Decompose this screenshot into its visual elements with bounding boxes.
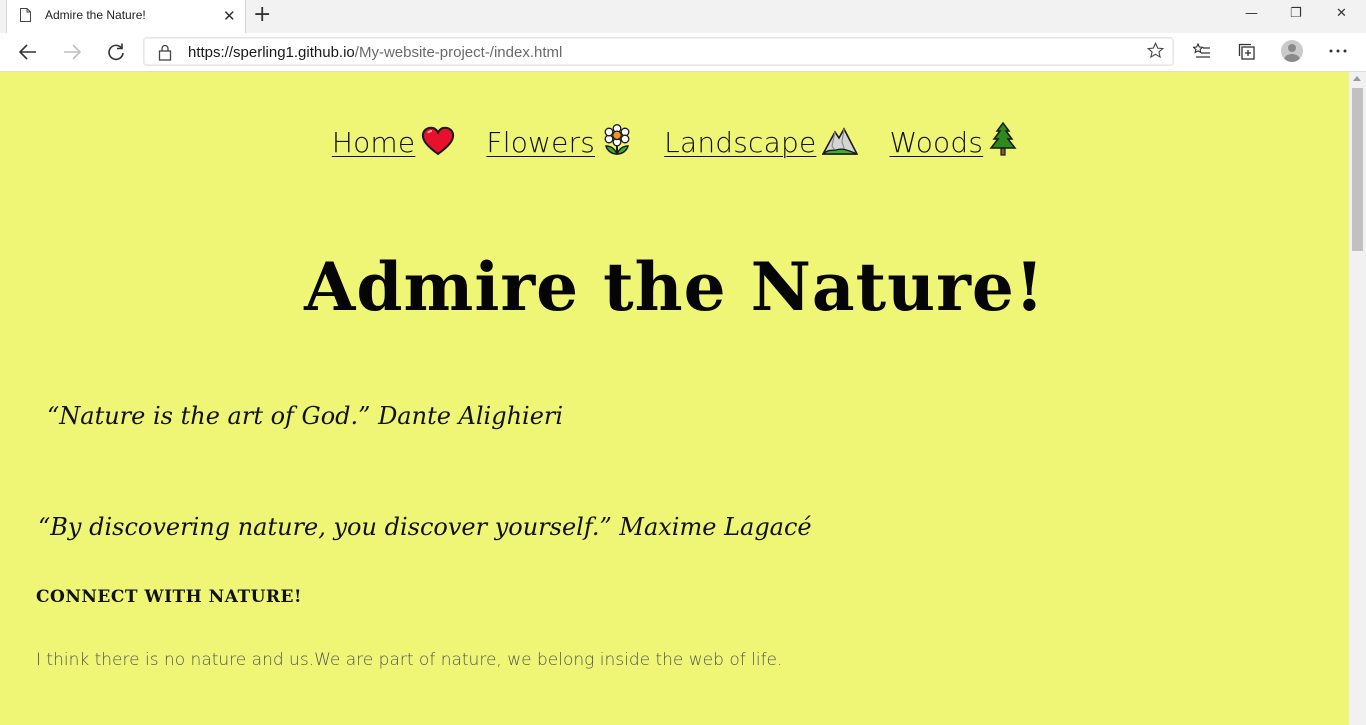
url-host: https://sperling1.github.io <box>188 44 355 61</box>
more-menu-icon[interactable] <box>1329 49 1347 53</box>
browser-toolbar: https://sperling1.github.io/My-website-p… <box>0 33 1366 72</box>
close-window-button[interactable]: ✕ <box>1336 6 1347 22</box>
page-viewport: Home Flowers Landscape Woods Admire the … <box>0 72 1349 725</box>
favorites-list-icon[interactable] <box>1193 43 1211 61</box>
nav-link-woods[interactable]: Woods <box>889 121 1017 163</box>
tab-title: Admire the Nature! <box>45 8 146 22</box>
new-tab-button[interactable]: + <box>253 3 271 27</box>
browser-tab[interactable]: Admire the Nature! ✕ <box>6 0 246 33</box>
tree-icon <box>989 121 1017 163</box>
tab-close-icon[interactable]: ✕ <box>223 8 236 24</box>
mountain-icon <box>821 126 859 163</box>
restore-button[interactable]: ❐ <box>1290 6 1302 22</box>
intro-paragraph: I think there is no nature and us.We are… <box>36 650 783 670</box>
nav-link-label: Flowers <box>486 126 596 159</box>
forward-icon[interactable] <box>62 43 82 61</box>
page-icon <box>20 8 31 22</box>
nav-link-flowers[interactable]: Flowers <box>486 124 633 163</box>
flower-icon <box>601 124 633 163</box>
scroll-thumb[interactable] <box>1352 88 1363 251</box>
nav-link-label: Woods <box>889 126 984 159</box>
url-text[interactable]: https://sperling1.github.io/My-website-p… <box>188 44 562 61</box>
quote-dante: “Nature is the art of God.” Dante Alighi… <box>47 402 564 430</box>
quote-lagace: “By discovering nature, you discover you… <box>38 513 812 541</box>
back-icon[interactable] <box>18 43 38 61</box>
heart-icon <box>421 126 455 163</box>
profile-avatar-icon[interactable] <box>1281 40 1303 62</box>
nav-link-label: Landscape <box>664 126 817 159</box>
tab-strip: Admire the Nature! ✕ + — ❐ ✕ <box>0 0 1366 34</box>
nav-link-label: Home <box>331 126 416 159</box>
url-path: /My-website-project-/index.html <box>354 44 563 61</box>
favorite-star-icon[interactable] <box>1147 42 1164 59</box>
refresh-icon[interactable] <box>106 42 126 62</box>
collections-icon[interactable] <box>1238 43 1256 61</box>
page-title: Admire the Nature! <box>304 248 1045 326</box>
lock-icon[interactable] <box>158 44 172 61</box>
vertical-scrollbar[interactable] <box>1349 72 1366 725</box>
address-bar[interactable]: https://sperling1.github.io/My-website-p… <box>143 37 1174 66</box>
connect-heading: CONNECT WITH NATURE! <box>36 587 302 607</box>
main-nav: Home Flowers Landscape Woods <box>0 121 1349 163</box>
minimize-button[interactable]: — <box>1245 6 1258 22</box>
scroll-up-arrow-icon[interactable] <box>1353 76 1361 81</box>
nav-link-landscape[interactable]: Landscape <box>664 126 859 163</box>
nav-link-home[interactable]: Home <box>332 126 456 163</box>
